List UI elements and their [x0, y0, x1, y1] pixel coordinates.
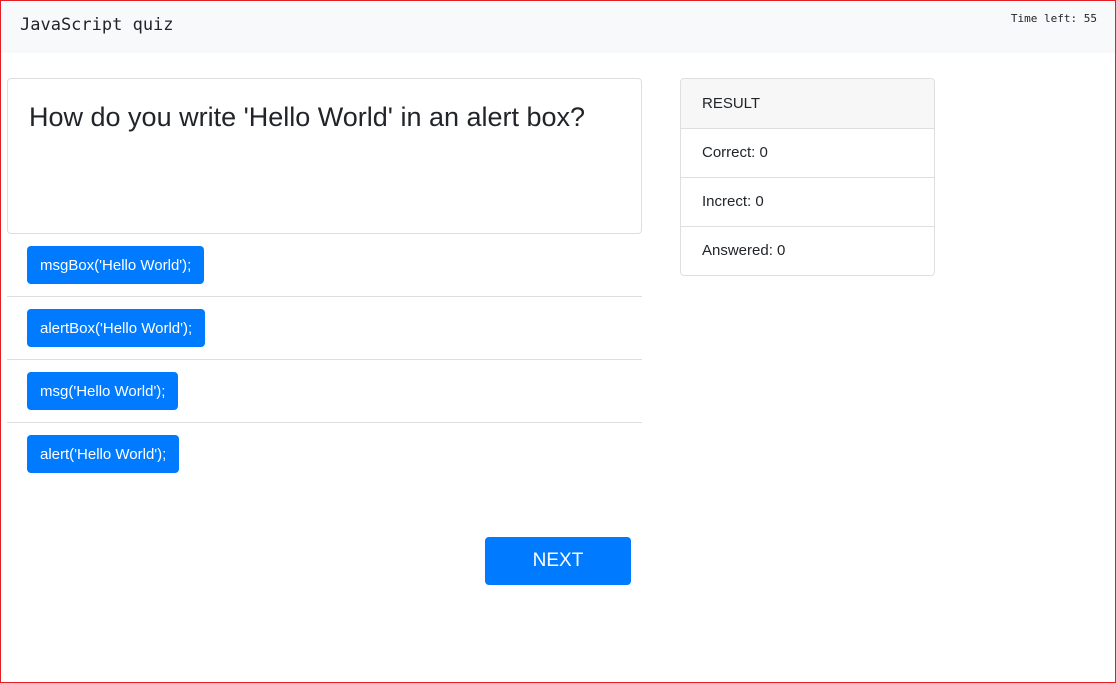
answer-option-row: msg('Hello World'); [7, 360, 642, 423]
answer-option-button[interactable]: msg('Hello World'); [27, 372, 179, 410]
result-card: RESULT Correct: 0 Increct: 0 Answered: 0 [680, 78, 935, 276]
answer-option-row: msgBox('Hello World'); [7, 234, 642, 297]
answer-option-row: alertBox('Hello World'); [7, 297, 642, 360]
answer-option-button[interactable]: msgBox('Hello World'); [27, 246, 205, 284]
next-button[interactable]: NEXT [485, 537, 631, 585]
question-text: How do you write 'Hello World' in an ale… [29, 102, 586, 132]
answer-options-list: msgBox('Hello World'); alertBox('Hello W… [7, 234, 642, 485]
timer-display: Time left: 55 [1010, 12, 1097, 25]
answered-count: Answered: 0 [702, 242, 786, 259]
answer-option-button[interactable]: alertBox('Hello World'); [27, 309, 206, 347]
question-card: How do you write 'Hello World' in an ale… [7, 78, 642, 234]
top-navbar: JavaScript quiz Time left: 55 [1, 1, 1115, 53]
result-title: RESULT [681, 79, 934, 129]
app-title: JavaScript quiz [20, 15, 174, 35]
answer-option-button[interactable]: alert('Hello World'); [27, 435, 180, 473]
answer-option-row: alert('Hello World'); [7, 423, 642, 485]
correct-count: Correct: 0 [681, 129, 934, 178]
incorrect-count: Increct: 0 [681, 178, 934, 227]
